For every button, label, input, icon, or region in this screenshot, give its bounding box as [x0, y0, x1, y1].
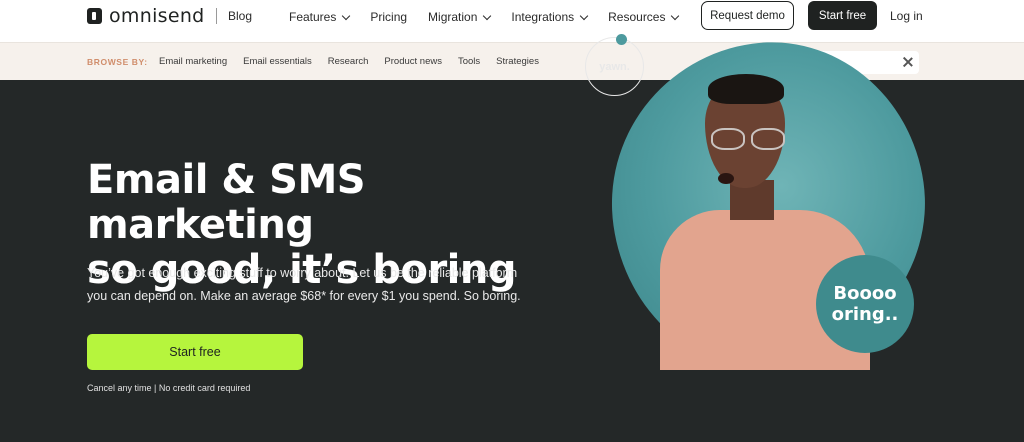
chevron-down-icon [579, 11, 589, 20]
badge-line: oring.. [831, 304, 899, 325]
omnisend-logo-icon [87, 8, 102, 24]
category-research[interactable]: Research [328, 56, 369, 67]
person-hair [708, 74, 784, 104]
nav-item-label: Features [289, 10, 337, 24]
glasses-lens [751, 128, 785, 150]
start-free-hero-button[interactable]: Start free [87, 334, 303, 370]
top-navigation: omnisend Blog Features Pricing Migration… [0, 0, 1024, 42]
category-email-essentials[interactable]: Email essentials [243, 56, 312, 67]
subtext-line: You’ve got enough exciting stuff to worr… [87, 266, 518, 280]
login-link[interactable]: Log in [890, 9, 923, 23]
badge-line: Boooo [833, 283, 897, 304]
glasses-icon [707, 128, 797, 152]
nav-item-label: Resources [608, 10, 666, 24]
hero-subtext: You’ve got enough exciting stuff to worr… [87, 262, 557, 308]
boring-badge: Boooo oring.. [816, 255, 914, 353]
logo-divider [216, 8, 217, 24]
nav-item-resources[interactable]: Resources [608, 10, 680, 24]
category-tools[interactable]: Tools [458, 56, 480, 67]
boring-badge-text: Boooo oring.. [832, 283, 899, 325]
nav-item-label: Migration [428, 10, 478, 24]
category-strategies[interactable]: Strategies [496, 56, 539, 67]
chevron-down-icon [483, 11, 492, 20]
headline-line: Email & SMS marketing [87, 157, 366, 248]
browse-categories: Email marketing Email essentials Researc… [159, 56, 555, 67]
subtext-line: you can depend on. Make an average $68* … [87, 289, 521, 303]
chevron-down-icon [671, 11, 680, 20]
nav-item-pricing[interactable]: Pricing [370, 10, 407, 24]
glasses-lens [711, 128, 745, 150]
main-nav: Features Pricing Migration Integrations … [289, 10, 699, 24]
request-demo-button[interactable]: Request demo [701, 1, 794, 30]
nav-item-migration[interactable]: Migration [428, 10, 492, 24]
blog-link[interactable]: Blog [228, 9, 252, 23]
nav-item-features[interactable]: Features [289, 10, 351, 24]
yawn-dot [616, 34, 627, 45]
category-product-news[interactable]: Product news [384, 56, 442, 67]
browse-label: BROWSE BY: [87, 57, 148, 67]
nav-item-integrations[interactable]: Integrations [511, 10, 589, 24]
cancel-note: Cancel any time | No credit card require… [87, 383, 251, 393]
nav-item-label: Integrations [511, 10, 575, 24]
close-icon[interactable] [902, 56, 914, 68]
nav-item-label: Pricing [370, 10, 408, 24]
category-email-marketing[interactable]: Email marketing [159, 56, 227, 67]
person-mouth [718, 173, 734, 184]
chevron-down-icon [342, 11, 351, 20]
omnisend-logo[interactable]: omnisend [87, 5, 205, 27]
yawn-badge: yawn. [585, 37, 644, 96]
start-free-header-button[interactable]: Start free [808, 1, 877, 30]
logo-text: omnisend [109, 5, 205, 27]
